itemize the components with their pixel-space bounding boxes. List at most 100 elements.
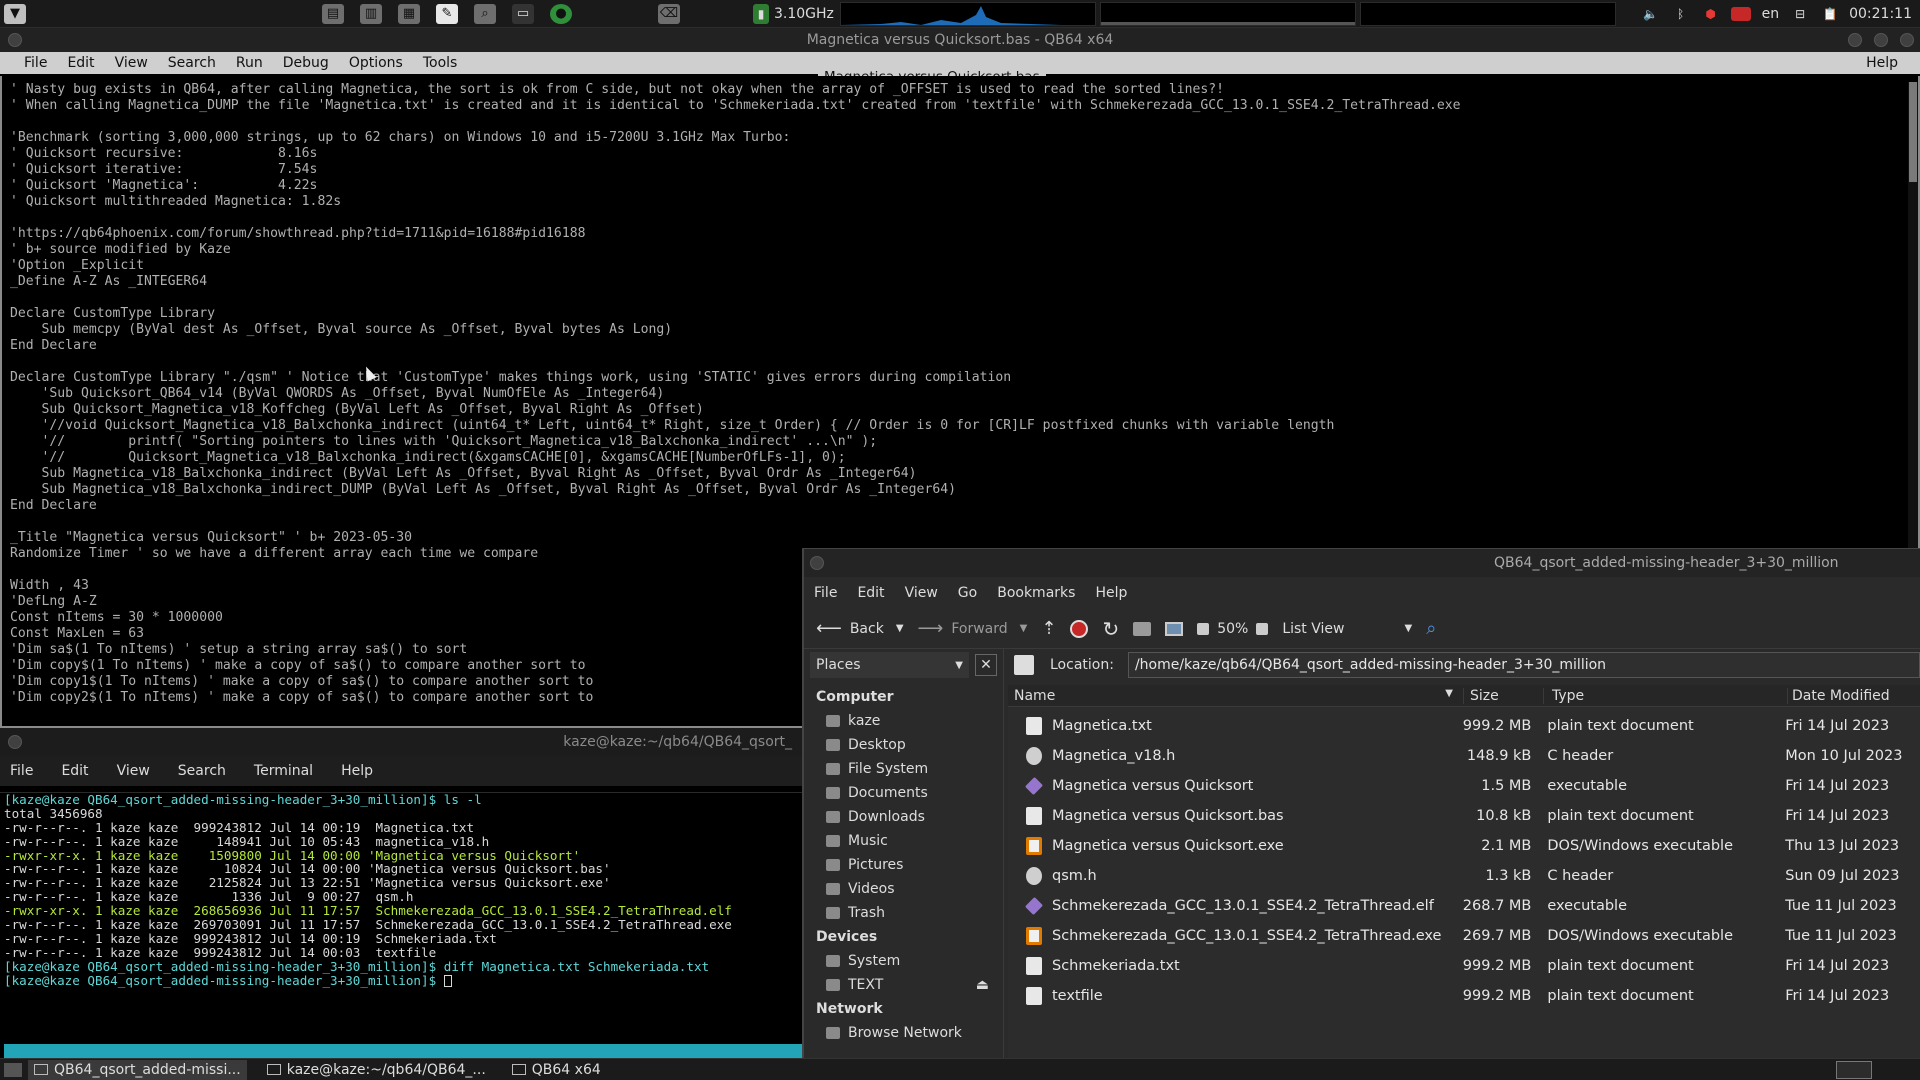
text-editor-icon[interactable]: ✎ bbox=[436, 3, 458, 24]
taskbar-item[interactable]: QB64_qsort_added-missi... bbox=[28, 1059, 247, 1080]
browser-icon[interactable]: ● bbox=[550, 3, 572, 24]
sidebar-item-kaze[interactable]: kaze bbox=[804, 709, 1003, 733]
clock[interactable]: 00:21:11 bbox=[1849, 6, 1912, 22]
terminal-icon[interactable]: ▭ bbox=[512, 3, 534, 24]
places-dropdown[interactable]: Places ▼ bbox=[810, 652, 969, 678]
sidebar-item-videos[interactable]: Videos bbox=[804, 877, 1003, 901]
network-icon[interactable]: ⊟ bbox=[1790, 4, 1810, 24]
fm-menu-edit[interactable]: Edit bbox=[857, 585, 884, 601]
editor-titlebar[interactable]: Magnetica versus Quicksort.bas - QB64 x6… bbox=[0, 28, 1920, 52]
printer-icon[interactable]: ▤ bbox=[322, 3, 344, 24]
file-row[interactable]: Magnetica.txt 999.2 MB plain text document… bbox=[1008, 711, 1920, 741]
file-row[interactable]: Magnetica versus Quicksort.bas 10.8 kB pla… bbox=[1008, 801, 1920, 831]
taskbar-item[interactable]: QB64 x64 bbox=[506, 1060, 607, 1080]
sidebar-item-text[interactable]: TEXT ⏏ bbox=[804, 973, 1003, 997]
zoom-control[interactable]: 50% bbox=[1197, 621, 1269, 637]
editor-menu-debug[interactable]: Debug bbox=[283, 55, 329, 71]
close-sidebar-icon[interactable]: ✕ bbox=[975, 654, 997, 676]
window-menu-button[interactable] bbox=[8, 735, 22, 749]
file-row[interactable]: Schmekeriada.txt 999.2 MB plain text docum… bbox=[1008, 951, 1920, 981]
chevron-down-icon[interactable]: ▼ bbox=[896, 623, 904, 634]
terminal-output[interactable]: [kaze@kaze QB64_qsort_added-missing-head… bbox=[0, 792, 802, 1042]
sidebar-item-trash[interactable]: Trash bbox=[804, 901, 1003, 925]
search-button[interactable]: ⌕ bbox=[1426, 618, 1436, 639]
document-icon[interactable]: ▥ bbox=[360, 3, 382, 24]
package-update-icon[interactable]: ⬢ bbox=[1701, 4, 1721, 24]
terminal-menu-terminal[interactable]: Terminal bbox=[254, 763, 313, 779]
bluetooth-icon[interactable]: ᛒ bbox=[1671, 4, 1691, 24]
search-icon[interactable]: ⌕ bbox=[474, 3, 496, 24]
file-row[interactable]: Schmekerezada_GCC_13.0.1_SSE4.2_TetraThr… bbox=[1008, 921, 1920, 951]
editor-menu-run[interactable]: Run bbox=[236, 55, 263, 71]
location-input[interactable]: /home/kaze/qb64/QB64_qsort_added-missing… bbox=[1127, 652, 1920, 678]
sidebar-item-pictures[interactable]: Pictures bbox=[804, 853, 1003, 877]
fm-menu-view[interactable]: View bbox=[905, 585, 938, 601]
reload-button[interactable]: ↻ bbox=[1102, 617, 1119, 641]
editor-menu-search[interactable]: Search bbox=[168, 55, 216, 71]
forward-button[interactable]: ⟶ Forward ▼ bbox=[918, 618, 1028, 639]
terminal-titlebar[interactable]: kaze@kaze:~/qb64/QB64_qsort_ bbox=[0, 728, 802, 756]
keyboard-layout[interactable]: en bbox=[1762, 6, 1780, 22]
close-button[interactable] bbox=[1900, 33, 1914, 47]
column-type[interactable]: Type bbox=[1544, 687, 1788, 704]
sidebar-item-file-system[interactable]: File System bbox=[804, 757, 1003, 781]
fm-menu-bookmarks[interactable]: Bookmarks bbox=[997, 585, 1075, 601]
sidebar-item-browse-network[interactable]: Browse Network bbox=[804, 1021, 1003, 1045]
maximize-button[interactable] bbox=[1874, 33, 1888, 47]
file-row[interactable]: Magnetica_v18.h 148.9 kB C header Mon 10 Ju… bbox=[1008, 741, 1920, 771]
calculator-icon[interactable]: ▦ bbox=[398, 3, 420, 24]
home-button[interactable] bbox=[1133, 621, 1152, 636]
editor-menu-edit[interactable]: Edit bbox=[67, 55, 94, 71]
minimize-button[interactable] bbox=[1848, 33, 1862, 47]
up-button[interactable]: ⇡ bbox=[1041, 618, 1056, 639]
terminal-menu-edit[interactable]: Edit bbox=[61, 763, 88, 779]
volume-icon[interactable]: 🔈 bbox=[1641, 4, 1661, 24]
column-size[interactable]: Size bbox=[1464, 687, 1544, 704]
sidebar-item-desktop[interactable]: Desktop bbox=[804, 733, 1003, 757]
file-row[interactable]: Magnetica versus Quicksort 1.5 MB executab… bbox=[1008, 771, 1920, 801]
terminal-menu-file[interactable]: File bbox=[10, 763, 33, 779]
sidebar-item-system[interactable]: System bbox=[804, 949, 1003, 973]
file-row[interactable]: textfile 999.2 MB plain text document Fri 1… bbox=[1008, 981, 1920, 1011]
file-row[interactable]: Schmekerezada_GCC_13.0.1_SSE4.2_TetraThr… bbox=[1008, 891, 1920, 921]
trash-icon[interactable]: ⌫ bbox=[658, 3, 680, 24]
editor-menu-file[interactable]: File bbox=[24, 55, 47, 71]
fm-menu-help[interactable]: Help bbox=[1095, 585, 1127, 601]
view-mode-select[interactable]: List View ▼ bbox=[1282, 621, 1412, 637]
fm-menu-file[interactable]: File bbox=[814, 585, 837, 601]
clipboard-icon[interactable]: 📋 bbox=[1820, 4, 1840, 24]
edit-location-icon[interactable] bbox=[1014, 655, 1034, 675]
sidebar-item-downloads[interactable]: Downloads bbox=[804, 805, 1003, 829]
editor-menu-help[interactable]: Help bbox=[1866, 55, 1898, 71]
workspace-switcher[interactable] bbox=[1836, 1060, 1872, 1079]
computer-button[interactable] bbox=[1165, 621, 1184, 636]
terminal-menu-search[interactable]: Search bbox=[178, 763, 226, 779]
back-button[interactable]: ⟵ Back ▼ bbox=[816, 618, 904, 639]
sidebar-item-documents[interactable]: Documents bbox=[804, 781, 1003, 805]
column-name[interactable]: Name ▼ bbox=[1008, 687, 1464, 704]
file-manager-titlebar[interactable]: QB64_qsort_added-missing-header_3+30_mil… bbox=[804, 549, 1920, 577]
terminal-scrollbar[interactable] bbox=[4, 1044, 802, 1058]
taskbar-item[interactable]: kaze@kaze:~/qb64/QB64_... bbox=[261, 1060, 492, 1080]
chevron-down-icon[interactable]: ▼ bbox=[1020, 623, 1028, 634]
fm-menu-go[interactable]: Go bbox=[958, 585, 977, 601]
stop-button[interactable] bbox=[1070, 619, 1089, 638]
editor-menu-options[interactable]: Options bbox=[349, 55, 403, 71]
zoom-in-icon[interactable] bbox=[1256, 622, 1269, 635]
column-date-modified[interactable]: Date Modified bbox=[1788, 688, 1890, 704]
file-name-cell: Magnetica versus Quicksort bbox=[1008, 776, 1460, 796]
file-row[interactable]: qsm.h 1.3 kB C header Sun 09 Jul 2023 bbox=[1008, 861, 1920, 891]
terminal-menu-view[interactable]: View bbox=[117, 763, 150, 779]
sidebar-item-music[interactable]: Music bbox=[804, 829, 1003, 853]
editor-menu-view[interactable]: View bbox=[115, 55, 148, 71]
editor-menu-tools[interactable]: Tools bbox=[423, 55, 458, 71]
window-menu-button[interactable] bbox=[8, 33, 22, 47]
file-row[interactable]: Magnetica versus Quicksort.exe 2.1 MB DOS/… bbox=[1008, 831, 1920, 861]
window-menu-button[interactable] bbox=[810, 556, 824, 570]
battery-icon[interactable] bbox=[1730, 6, 1751, 21]
zoom-out-icon[interactable] bbox=[1197, 622, 1210, 635]
show-desktop-icon[interactable] bbox=[4, 1062, 22, 1077]
eject-icon[interactable]: ⏏ bbox=[976, 977, 989, 993]
menu-icon[interactable]: ▼ bbox=[4, 3, 26, 24]
terminal-menu-help[interactable]: Help bbox=[341, 763, 373, 779]
